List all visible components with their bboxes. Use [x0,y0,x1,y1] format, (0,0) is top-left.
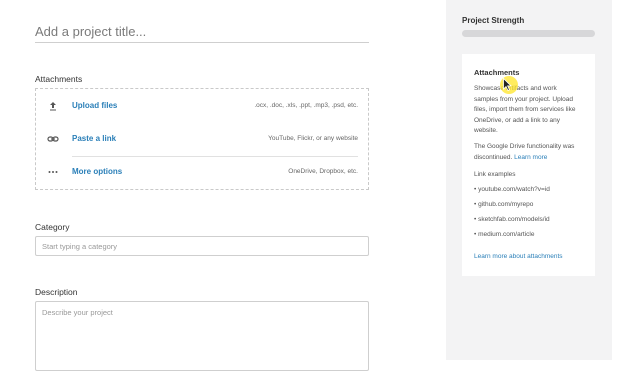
project-strength-label: Project Strength [462,16,525,25]
description-label: Description [35,287,78,297]
project-form: Attachments Upload files .ocx, .doc, .xl… [0,0,446,371]
paste-link-link[interactable]: Paste a link [72,134,116,143]
help-card-title: Attachments [474,68,520,77]
more-icon [46,167,60,179]
row-divider [72,156,358,157]
example-text: sketchfab.com/models/id [478,216,550,223]
example-item: • youtube.com/watch?v=id [474,186,550,193]
help-card-notice: The Google Drive functionality was disco… [474,142,582,163]
upload-files-hint: .ocx, .doc, .xls, .ppt, .mp3, .psd, etc. [254,102,358,109]
upload-files-link[interactable]: Upload files [72,101,117,110]
link-examples-label: Link examples [474,171,516,178]
example-text: youtube.com/watch?v=id [478,186,550,193]
link-icon [46,134,60,146]
project-strength-bar [462,30,595,37]
example-item: • github.com/myrepo [474,201,534,208]
notice-learn-more-link[interactable]: Learn more [514,154,547,161]
example-item: • sketchfab.com/models/id [474,216,550,223]
attachments-label: Attachments [35,74,83,84]
page-edge [612,0,640,360]
upload-icon [46,101,60,113]
attachments-help-card: Attachments Showcase artifacts and work … [462,54,595,276]
description-textarea[interactable] [35,301,369,371]
paste-link-row[interactable]: Paste a link YouTube, Flickr, or any web… [36,126,370,154]
example-text: github.com/myrepo [478,201,534,208]
category-label: Category [35,222,70,232]
attachments-dropzone[interactable]: Upload files .ocx, .doc, .xls, .ppt, .mp… [35,88,369,190]
more-options-row[interactable]: More options OneDrive, Dropbox, etc. [36,159,370,187]
help-card-body: Showcase artifacts and work samples from… [474,85,576,134]
example-text: medium.com/article [478,231,535,238]
category-input[interactable] [35,236,369,256]
learn-more-attachments-link[interactable]: Learn more about attachments [474,253,563,260]
upload-files-row[interactable]: Upload files .ocx, .doc, .xls, .ppt, .mp… [36,93,370,121]
project-title-input[interactable] [35,20,369,43]
more-options-link[interactable]: More options [72,167,122,176]
more-options-hint: OneDrive, Dropbox, etc. [288,168,358,175]
paste-link-hint: YouTube, Flickr, or any website [268,135,358,142]
example-item: • medium.com/article [474,231,535,238]
mouse-cursor-icon [500,76,518,94]
